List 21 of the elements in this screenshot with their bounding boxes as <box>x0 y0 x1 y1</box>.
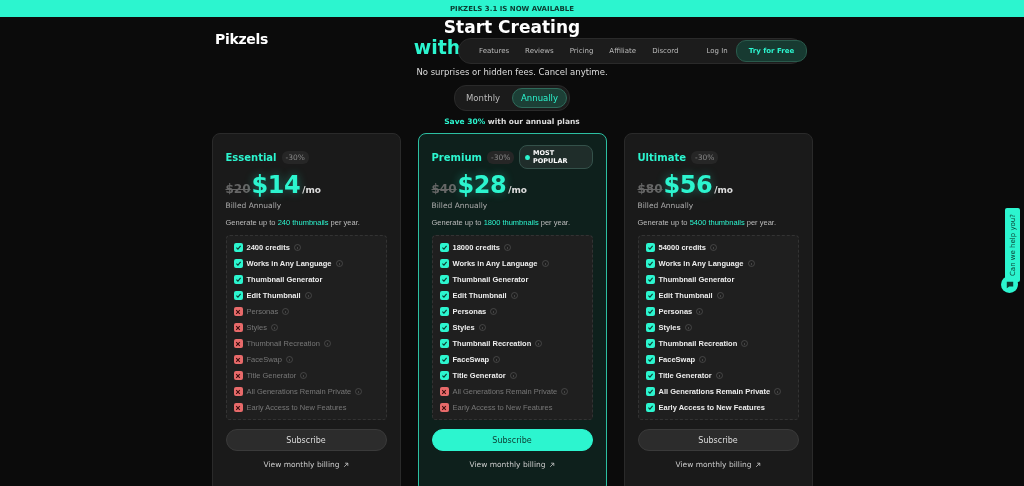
hero-heading: Start Creating <box>443 17 581 37</box>
price-period: /mo <box>302 185 322 195</box>
billing-option[interactable]: Monthly <box>457 88 510 108</box>
hero-subtitle: No surprises or hidden fees. Cancel anytime. <box>416 67 608 77</box>
old-price: $40 <box>431 182 457 196</box>
plan-name: Essential <box>225 151 277 163</box>
price-period: /mo <box>714 185 734 195</box>
subscribe-button[interactable]: Subscribe <box>225 429 387 451</box>
plan-name: Ultimate <box>637 151 686 163</box>
subscribe-button[interactable]: Subscribe <box>431 429 593 451</box>
old-price: $20 <box>225 182 251 196</box>
price: $28 <box>457 171 507 199</box>
subscribe-button[interactable]: Subscribe <box>637 429 799 451</box>
price-period: /mo <box>508 185 528 195</box>
price: $14 <box>251 171 301 199</box>
hero-heading-accent: with <box>413 37 461 57</box>
billing-option[interactable]: Annually <box>512 88 567 108</box>
old-price: $80 <box>637 182 663 196</box>
plan-name: Premium <box>431 151 482 163</box>
logo[interactable]: Pikzels <box>215 31 269 47</box>
price: $56 <box>663 171 713 199</box>
